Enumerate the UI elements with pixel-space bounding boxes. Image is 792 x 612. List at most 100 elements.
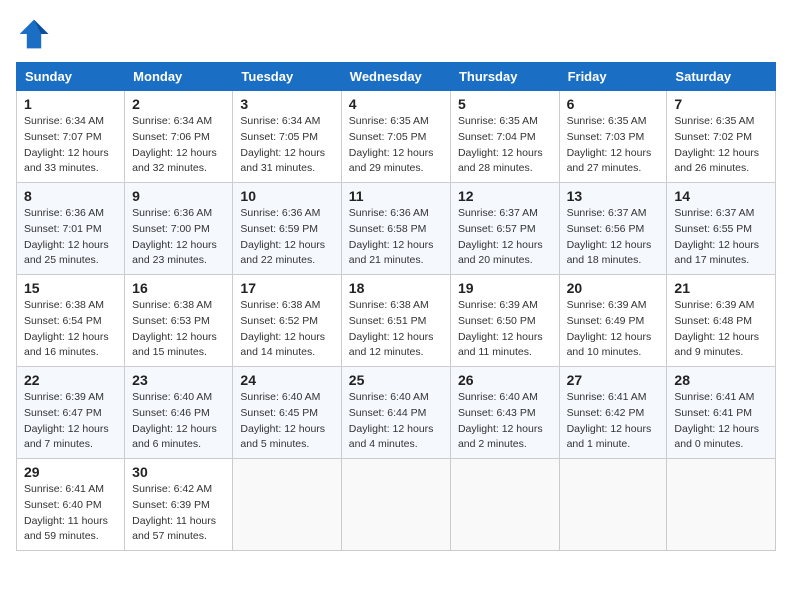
day-number: 20	[567, 280, 660, 296]
day-info: Sunrise: 6:37 AMSunset: 6:56 PMDaylight:…	[567, 206, 660, 269]
day-number: 8	[24, 188, 117, 204]
day-info: Sunrise: 6:37 AMSunset: 6:57 PMDaylight:…	[458, 206, 552, 269]
calendar-table: SundayMondayTuesdayWednesdayThursdayFrid…	[16, 62, 776, 551]
day-number: 3	[240, 96, 333, 112]
day-number: 22	[24, 372, 117, 388]
day-number: 18	[349, 280, 443, 296]
day-number: 10	[240, 188, 333, 204]
week-row-1: 1 Sunrise: 6:34 AMSunset: 7:07 PMDaylight…	[17, 91, 776, 183]
day-cell: 5Sunrise: 6:35 AMSunset: 7:04 PMDaylight…	[450, 91, 559, 183]
day-cell: 12 Sunrise: 6:37 AMSunset: 6:57 PMDayligh…	[450, 183, 559, 275]
day-cell: 28 Sunrise: 6:41 AMSunset: 6:41 PMDayligh…	[667, 367, 776, 459]
day-cell: 8 Sunrise: 6:36 AMSunset: 7:01 PMDaylight…	[17, 183, 125, 275]
day-cell: 21 Sunrise: 6:39 AMSunset: 6:48 PMDayligh…	[667, 275, 776, 367]
day-cell: 17 Sunrise: 6:38 AMSunset: 6:52 PMDayligh…	[233, 275, 341, 367]
day-cell: 30Sunrise: 6:42 AMSunset: 6:39 PMDayligh…	[125, 459, 233, 551]
day-number: 1	[24, 96, 117, 112]
day-info: Sunrise: 6:39 AMSunset: 6:50 PMDaylight:…	[458, 298, 552, 361]
day-info: Sunrise: 6:34 AMSunset: 7:05 PMDaylight:…	[240, 114, 333, 177]
day-number: 25	[349, 372, 443, 388]
day-info: Sunrise: 6:41 AMSunset: 6:42 PMDaylight:…	[567, 390, 660, 453]
day-number: 29	[24, 464, 117, 480]
day-info: Sunrise: 6:38 AMSunset: 6:51 PMDaylight:…	[349, 298, 443, 361]
logo-icon	[16, 16, 52, 52]
day-info: Sunrise: 6:35 AMSunset: 7:05 PMDaylight:…	[349, 114, 443, 177]
week-row-2: 8 Sunrise: 6:36 AMSunset: 7:01 PMDaylight…	[17, 183, 776, 275]
day-cell: 22 Sunrise: 6:39 AMSunset: 6:47 PMDayligh…	[17, 367, 125, 459]
day-cell: 27 Sunrise: 6:41 AMSunset: 6:42 PMDayligh…	[559, 367, 667, 459]
day-cell: 10 Sunrise: 6:36 AMSunset: 6:59 PMDayligh…	[233, 183, 341, 275]
day-info: Sunrise: 6:37 AMSunset: 6:55 PMDaylight:…	[674, 206, 768, 269]
day-info: Sunrise: 6:39 AMSunset: 6:48 PMDaylight:…	[674, 298, 768, 361]
column-header-sunday: Sunday	[17, 63, 125, 91]
day-cell: 23 Sunrise: 6:40 AMSunset: 6:46 PMDayligh…	[125, 367, 233, 459]
day-info: Sunrise: 6:40 AMSunset: 6:44 PMDaylight:…	[349, 390, 443, 453]
day-info: Sunrise: 6:39 AMSunset: 6:49 PMDaylight:…	[567, 298, 660, 361]
column-header-tuesday: Tuesday	[233, 63, 341, 91]
day-number: 17	[240, 280, 333, 296]
day-number: 28	[674, 372, 768, 388]
day-number: 9	[132, 188, 225, 204]
week-row-4: 22 Sunrise: 6:39 AMSunset: 6:47 PMDayligh…	[17, 367, 776, 459]
day-cell: 15 Sunrise: 6:38 AMSunset: 6:54 PMDayligh…	[17, 275, 125, 367]
day-number: 21	[674, 280, 768, 296]
day-number: 11	[349, 188, 443, 204]
day-info: Sunrise: 6:39 AMSunset: 6:47 PMDaylight:…	[24, 390, 117, 453]
day-info: Sunrise: 6:40 AMSunset: 6:43 PMDaylight:…	[458, 390, 552, 453]
day-cell: 4 Sunrise: 6:35 AMSunset: 7:05 PMDaylight…	[341, 91, 450, 183]
day-info: Sunrise: 6:41 AMSunset: 6:40 PMDaylight:…	[24, 482, 117, 545]
column-header-saturday: Saturday	[667, 63, 776, 91]
day-number: 4	[349, 96, 443, 112]
day-info: Sunrise: 6:34 AMSunset: 7:07 PMDaylight:…	[24, 114, 117, 177]
day-number: 16	[132, 280, 225, 296]
day-info: Sunrise: 6:38 AMSunset: 6:53 PMDaylight:…	[132, 298, 225, 361]
day-number: 5	[458, 96, 552, 112]
day-info: Sunrise: 6:36 AMSunset: 7:00 PMDaylight:…	[132, 206, 225, 269]
calendar-header-row: SundayMondayTuesdayWednesdayThursdayFrid…	[17, 63, 776, 91]
column-header-friday: Friday	[559, 63, 667, 91]
day-cell: 3 Sunrise: 6:34 AMSunset: 7:05 PMDaylight…	[233, 91, 341, 183]
day-info: Sunrise: 6:40 AMSunset: 6:46 PMDaylight:…	[132, 390, 225, 453]
day-cell: 14 Sunrise: 6:37 AMSunset: 6:55 PMDayligh…	[667, 183, 776, 275]
day-number: 19	[458, 280, 552, 296]
day-cell: 2 Sunrise: 6:34 AMSunset: 7:06 PMDaylight…	[125, 91, 233, 183]
day-cell: 13 Sunrise: 6:37 AMSunset: 6:56 PMDayligh…	[559, 183, 667, 275]
day-cell: 11Sunrise: 6:36 AMSunset: 6:58 PMDayligh…	[341, 183, 450, 275]
day-cell: 9 Sunrise: 6:36 AMSunset: 7:00 PMDaylight…	[125, 183, 233, 275]
day-cell: 25 Sunrise: 6:40 AMSunset: 6:44 PMDayligh…	[341, 367, 450, 459]
day-cell: 26 Sunrise: 6:40 AMSunset: 6:43 PMDayligh…	[450, 367, 559, 459]
week-row-3: 15 Sunrise: 6:38 AMSunset: 6:54 PMDayligh…	[17, 275, 776, 367]
day-number: 2	[132, 96, 225, 112]
day-cell	[559, 459, 667, 551]
day-info: Sunrise: 6:36 AMSunset: 7:01 PMDaylight:…	[24, 206, 117, 269]
day-number: 7	[674, 96, 768, 112]
day-info: Sunrise: 6:42 AMSunset: 6:39 PMDaylight:…	[132, 482, 225, 545]
day-cell	[233, 459, 341, 551]
page-header	[16, 16, 776, 52]
day-info: Sunrise: 6:38 AMSunset: 6:54 PMDaylight:…	[24, 298, 117, 361]
day-info: Sunrise: 6:41 AMSunset: 6:41 PMDaylight:…	[674, 390, 768, 453]
day-number: 26	[458, 372, 552, 388]
day-cell: 29 Sunrise: 6:41 AMSunset: 6:40 PMDayligh…	[17, 459, 125, 551]
day-number: 15	[24, 280, 117, 296]
day-cell	[450, 459, 559, 551]
day-number: 14	[674, 188, 768, 204]
day-info: Sunrise: 6:36 AMSunset: 6:59 PMDaylight:…	[240, 206, 333, 269]
day-number: 13	[567, 188, 660, 204]
column-header-monday: Monday	[125, 63, 233, 91]
day-info: Sunrise: 6:34 AMSunset: 7:06 PMDaylight:…	[132, 114, 225, 177]
day-cell	[341, 459, 450, 551]
day-number: 12	[458, 188, 552, 204]
day-cell: 6Sunrise: 6:35 AMSunset: 7:03 PMDaylight…	[559, 91, 667, 183]
day-cell: 19 Sunrise: 6:39 AMSunset: 6:50 PMDayligh…	[450, 275, 559, 367]
day-info: Sunrise: 6:38 AMSunset: 6:52 PMDaylight:…	[240, 298, 333, 361]
day-info: Sunrise: 6:35 AMSunset: 7:02 PMDaylight:…	[674, 114, 768, 177]
day-cell: 1 Sunrise: 6:34 AMSunset: 7:07 PMDaylight…	[17, 91, 125, 183]
day-number: 23	[132, 372, 225, 388]
column-header-wednesday: Wednesday	[341, 63, 450, 91]
day-cell: 16 Sunrise: 6:38 AMSunset: 6:53 PMDayligh…	[125, 275, 233, 367]
week-row-5: 29 Sunrise: 6:41 AMSunset: 6:40 PMDayligh…	[17, 459, 776, 551]
day-number: 27	[567, 372, 660, 388]
day-cell: 7 Sunrise: 6:35 AMSunset: 7:02 PMDaylight…	[667, 91, 776, 183]
day-number: 24	[240, 372, 333, 388]
